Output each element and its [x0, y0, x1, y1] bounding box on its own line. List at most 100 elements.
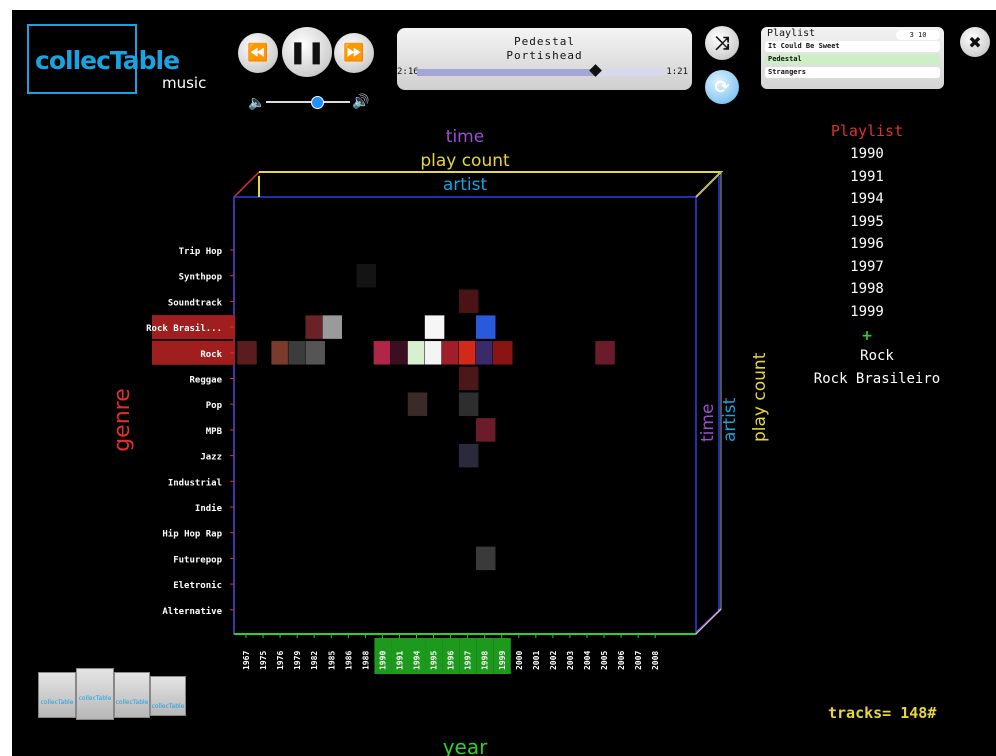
- thumbnail-card[interactable]: collecTable: [114, 672, 150, 718]
- volume-slider[interactable]: [266, 101, 350, 103]
- album-cover: [458, 443, 479, 468]
- right-axis-title: artist: [720, 397, 740, 442]
- album-cover: [475, 546, 496, 571]
- elapsed-time: 2:16: [397, 67, 419, 77]
- top-axis-title: play count: [420, 151, 510, 171]
- genre-label: Hip Hop Rap: [162, 529, 222, 540]
- genre-label: Jazz: [200, 453, 222, 463]
- genre-filter-item[interactable]: Rock Brasileiro: [802, 371, 952, 394]
- genre-label: Industrial: [168, 477, 222, 488]
- genre-filter-item[interactable]: Rock: [802, 348, 952, 371]
- thumbnail-label: collecTable: [151, 703, 185, 710]
- rewind-icon: ⏪: [247, 43, 269, 63]
- genre-highlight: [152, 340, 235, 365]
- next-button[interactable]: ⏩: [334, 33, 374, 73]
- playlist-year-filters: 1990 1991 1994 1995 1996 1997 1998 1999: [802, 146, 932, 326]
- genre-label: Eletronic: [173, 580, 222, 591]
- album-cover: [236, 340, 258, 366]
- plus-icon: +: [861, 328, 873, 344]
- year-label: 2002: [549, 651, 558, 670]
- genre-label: Alternative: [162, 606, 222, 617]
- year-filter-item[interactable]: 1994: [802, 191, 932, 214]
- top-axis-title: artist: [443, 175, 488, 195]
- track-artist: Portishead: [506, 49, 583, 62]
- year-label: 2008: [651, 651, 660, 670]
- genre-label: Rock Brasil...: [146, 323, 222, 334]
- year-filter-item[interactable]: 1995: [802, 214, 932, 237]
- year-filter-item[interactable]: 1999: [802, 304, 932, 327]
- playlist-track-item-active[interactable]: Pedestal: [765, 54, 940, 65]
- year-filter-item[interactable]: 1996: [802, 236, 932, 259]
- year-label: 2006: [617, 651, 626, 670]
- album-cover: [458, 391, 479, 417]
- genre-label: Indie: [195, 503, 223, 514]
- year-label: 2004: [583, 651, 592, 670]
- year-filter-item[interactable]: 1990: [802, 146, 932, 169]
- seek-bar[interactable]: [417, 69, 664, 76]
- mini-playlist-count: 3 10: [896, 30, 940, 40]
- close-button[interactable]: ✖: [960, 27, 990, 57]
- seek-bar-fill: [417, 69, 595, 76]
- right-axis-title: play count: [750, 352, 770, 442]
- playlist-genre-filters: Rock Rock Brasileiro: [802, 348, 952, 393]
- mini-playlist-title: Playlist: [767, 28, 816, 39]
- year-label: 1985: [327, 651, 336, 670]
- thumbnail-card[interactable]: collecTable: [38, 672, 76, 718]
- shuffle-icon: ⤨: [714, 32, 730, 54]
- playlist-track-item[interactable]: Strangers: [765, 67, 940, 78]
- previous-button[interactable]: ⏪: [238, 33, 278, 73]
- collection-thumbnail-strip[interactable]: collecTable collecTable collecTable coll…: [38, 664, 186, 720]
- cube-bottom-edge: [695, 608, 722, 635]
- year-label: 1999: [498, 651, 507, 670]
- top-axis-title: time: [446, 127, 484, 147]
- track-title: Pedestal: [514, 35, 575, 48]
- genre-label: Rock: [200, 350, 222, 360]
- genre-label: Futurepop: [173, 555, 222, 565]
- tracks-count: tracks= 148#: [828, 704, 937, 722]
- genre-label: Trip Hop: [179, 246, 223, 257]
- year-label: 1967: [242, 651, 251, 670]
- pause-button[interactable]: ❚❚: [282, 27, 332, 77]
- album-cover: [594, 340, 616, 366]
- volume-low-icon: 🔈: [248, 95, 266, 111]
- year-filter-item[interactable]: 1998: [802, 281, 932, 304]
- repeat-button[interactable]: ⟳: [705, 70, 739, 104]
- album-cover: [304, 340, 326, 366]
- genre-axis-line: [233, 171, 260, 634]
- mini-playlist-panel: Playlist 3 10 It Could Be Sweet Pedestal…: [761, 27, 944, 89]
- app-window: time play count artist time artist play count…: [12, 10, 996, 756]
- year-label: 1995: [430, 651, 439, 670]
- now-playing-panel: Pedestal Portishead 2:16 1:21: [397, 28, 692, 90]
- genre-label: Soundtrack: [168, 298, 223, 308]
- album-cover: [424, 314, 445, 340]
- year-filter-item[interactable]: 1997: [802, 259, 932, 282]
- shuffle-button[interactable]: ⤨: [705, 26, 739, 60]
- thumbnail-card[interactable]: collecTable: [150, 676, 186, 716]
- year-label: 1982: [310, 651, 319, 670]
- thumbnail-card[interactable]: collecTable: [76, 668, 114, 720]
- genre-axis-title: genre: [110, 388, 135, 452]
- year-label: 1994: [413, 651, 422, 670]
- year-label: 2000: [515, 651, 524, 670]
- album-cover: [458, 289, 479, 314]
- year-label: 2003: [566, 651, 575, 670]
- year-filter-item[interactable]: 1991: [802, 169, 932, 192]
- album-cover: [475, 417, 496, 443]
- album-cover: [407, 391, 428, 417]
- remaining-time: 1:21: [666, 67, 688, 77]
- right-axis-title: time: [698, 404, 718, 442]
- album-cover: [322, 314, 343, 340]
- year-label: 1996: [447, 651, 456, 670]
- playlist-filter-title: Playlist: [830, 122, 904, 140]
- repeat-icon: ⟳: [714, 76, 730, 98]
- cube-top-edge: [259, 171, 724, 198]
- album-cover: [356, 263, 377, 288]
- thumbnail-label: collecTable: [78, 695, 112, 702]
- thumbnail-label: collecTable: [40, 699, 74, 706]
- album-cover: [475, 314, 496, 340]
- year-label: 1986: [344, 651, 353, 670]
- playlist-track-item[interactable]: It Could Be Sweet: [765, 41, 940, 52]
- volume-high-icon: 🔊: [352, 94, 370, 110]
- year-label: 1976: [276, 651, 285, 670]
- close-icon: ✖: [968, 32, 982, 52]
